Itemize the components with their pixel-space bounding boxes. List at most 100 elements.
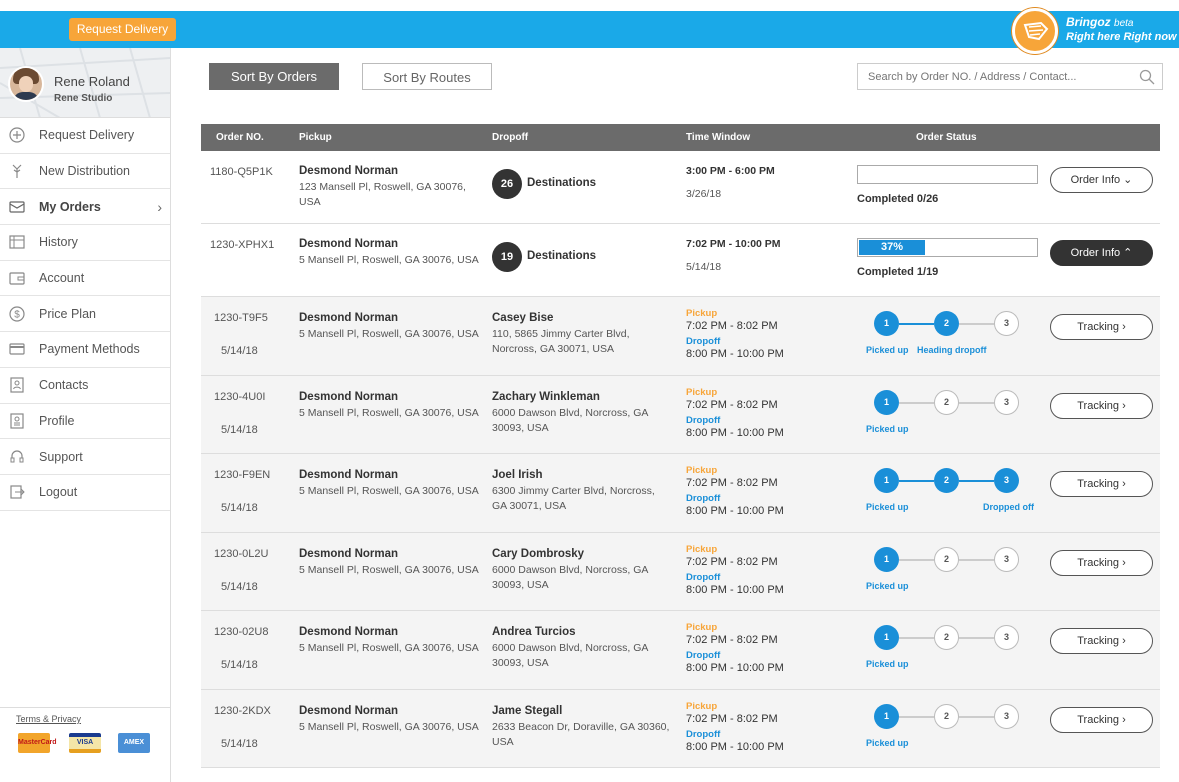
time-window: 3:00 PM - 6:00 PM (686, 165, 775, 177)
profile-icon (9, 413, 25, 429)
sidebar-item-my-orders[interactable]: My Orders › (0, 189, 170, 226)
destinations-count: 19 (492, 242, 522, 272)
tracker-segment (959, 637, 994, 639)
tracking-button[interactable]: Tracking › (1050, 706, 1153, 733)
tracker-segment (959, 401, 994, 404)
sidebar-item-price-plan[interactable]: $ Price Plan (0, 296, 170, 333)
sidebar-item-account[interactable]: Account (0, 261, 170, 297)
tracking-button[interactable]: Tracking › (1050, 392, 1153, 419)
sidebar-item-profile[interactable]: Profile (0, 404, 170, 440)
progress-bar (857, 165, 1038, 184)
sort-by-orders-button[interactable]: Sort By Orders (209, 63, 339, 90)
order-date: 3/26/18 (686, 188, 722, 200)
table-row[interactable]: 1230-0L2U 5/14/18 Desmond Norman 5 Mansell … (201, 532, 1160, 611)
pickup-name: Desmond Norman (299, 165, 399, 177)
tracker-segment (899, 558, 934, 561)
order-number: 1180-Q5P1K (210, 166, 273, 178)
tracker-step-2: 2 (934, 703, 959, 729)
tracker-segment (899, 323, 934, 325)
order-date: 5/14/18 (221, 345, 258, 357)
col-dropoff: Dropoff (492, 132, 529, 143)
sidebar-item-label: Account (39, 271, 85, 286)
pickup-window-label: Pickup (686, 700, 718, 712)
sidebar-item-support[interactable]: Support (0, 439, 170, 475)
terms-privacy-link[interactable]: Terms & Privacy (16, 714, 81, 724)
tracker-step-1: 1 (874, 468, 899, 493)
credit-card-icon (9, 341, 25, 357)
sidebar-item-logout[interactable]: Logout (0, 475, 170, 511)
svg-text:$: $ (14, 309, 20, 320)
sidebar-item-payment-methods[interactable]: Payment Methods (0, 332, 170, 368)
destinations-label: Destinations (527, 250, 597, 262)
fork-icon (9, 163, 25, 179)
table-row[interactable]: 1230-2KDX 5/14/18 Desmond Norman 5 Mansell … (201, 689, 1160, 768)
sidebar-item-label: Price Plan (39, 306, 96, 321)
order-number: 1230-T9F5 (214, 312, 268, 324)
request-delivery-button[interactable]: Request Delivery (69, 18, 176, 41)
sidebar-item-new-distribution[interactable]: New Distribution (0, 154, 170, 190)
status-label-heading-dropoff: Heading dropoff (917, 345, 987, 355)
amex-card-icon: AMEX (118, 733, 150, 753)
tracker-step-3: 3 (994, 703, 1019, 729)
completed-count: Completed 0/26 (857, 193, 939, 205)
dropoff-window-label: Dropoff (686, 650, 721, 661)
route-row[interactable]: 1230-XPHX1 Desmond Norman 5 Mansell Pl, Ro… (201, 224, 1160, 297)
tracker-segment (959, 558, 994, 561)
dropoff-window-time: 8:00 PM - 10:00 PM (686, 505, 784, 517)
table-row[interactable]: 1230-02U8 5/14/18 Desmond Norman 5 Mansell … (201, 611, 1160, 690)
dropoff-window-time: 8:00 PM - 10:00 PM (686, 426, 784, 439)
table-row[interactable]: 1230-F9EN 5/14/18 Desmond Norman 5 Mansell … (201, 454, 1160, 533)
table-row[interactable]: 1230-4U0I 5/14/18 Desmond Norman 5 Mansell … (201, 375, 1160, 454)
order-info-button[interactable]: Order Info ⌃ (1050, 240, 1153, 266)
route-row[interactable]: 1180-Q5P1K Desmond Norman 123 Mansell Pl, … (201, 151, 1160, 224)
sidebar-item-request-delivery[interactable]: Request Delivery (0, 118, 170, 154)
progress-fill: 37% (859, 240, 925, 255)
pickup-window-time: 7:02 PM - 8:02 PM (686, 634, 778, 646)
dropoff-window-time: 8:00 PM - 10:00 PM (686, 348, 784, 360)
order-number: 1230-XPHX1 (210, 239, 275, 251)
tracking-button[interactable]: Tracking › (1050, 628, 1153, 654)
sort-by-routes-button[interactable]: Sort By Routes (362, 63, 492, 90)
pickup-name: Desmond Norman (299, 704, 399, 717)
tracking-button[interactable]: Tracking › (1050, 314, 1153, 340)
pickup-name: Desmond Norman (299, 390, 399, 403)
dropoff-address: 2633 Beacon Dr, Doraville, GA 30360, USA (492, 720, 670, 748)
sidebar: Rene Roland Rene Studio Request Delivery… (0, 48, 171, 782)
pickup-address: 5 Mansell Pl, Roswell, GA 30076, USA (299, 406, 479, 419)
order-date: 5/14/18 (686, 261, 722, 273)
tracker-step-1: 1 (874, 625, 899, 650)
sidebar-footer: Terms & Privacy MasterCard VISA AMEX (0, 707, 171, 782)
profile-card[interactable]: Rene Roland Rene Studio (0, 48, 170, 118)
destinations-label: Destinations (527, 177, 597, 189)
pickup-window-label: Pickup (686, 308, 718, 319)
pickup-name: Desmond Norman (299, 469, 399, 481)
sidebar-item-label: History (39, 235, 78, 250)
inbox-icon (9, 199, 25, 215)
order-date: 5/14/18 (221, 737, 258, 750)
sidebar-item-contacts[interactable]: Contacts (0, 368, 170, 404)
table-row[interactable]: 1230-T9F5 5/14/18 Desmond Norman 5 Mansell … (201, 297, 1160, 376)
dropoff-window-label: Dropoff (686, 728, 721, 740)
search-box (857, 63, 1163, 90)
dropoff-name: Andrea Turcios (492, 626, 576, 638)
search-input[interactable] (868, 68, 1128, 86)
tracker-step-2: 2 (934, 311, 959, 336)
tracking-button[interactable]: Tracking › (1050, 549, 1153, 576)
visa-card-icon: VISA (69, 733, 101, 753)
brand-beta: beta (1114, 18, 1134, 29)
tracking-button[interactable]: Tracking › (1050, 471, 1153, 497)
dropoff-window-label: Dropoff (686, 414, 721, 426)
headset-icon (9, 449, 25, 465)
sidebar-item-history[interactable]: History (0, 225, 170, 261)
tracker-segment (899, 401, 934, 404)
search-icon[interactable] (1139, 69, 1155, 85)
status-label-picked-up: Picked up (866, 345, 909, 355)
order-info-button[interactable]: Order Info ⌄ (1050, 167, 1153, 193)
dropoff-window-label: Dropoff (686, 571, 721, 583)
status-label-picked-up: Picked up (866, 580, 909, 591)
col-time-window: Time Window (686, 132, 751, 143)
pickup-window-time: 7:02 PM - 8:02 PM (686, 555, 778, 568)
dropoff-address: 6000 Dawson Blvd, Norcross, GA 30093, US… (492, 563, 648, 591)
profile-name: Rene Roland (54, 74, 130, 89)
dropoff-window-label: Dropoff (686, 493, 721, 504)
